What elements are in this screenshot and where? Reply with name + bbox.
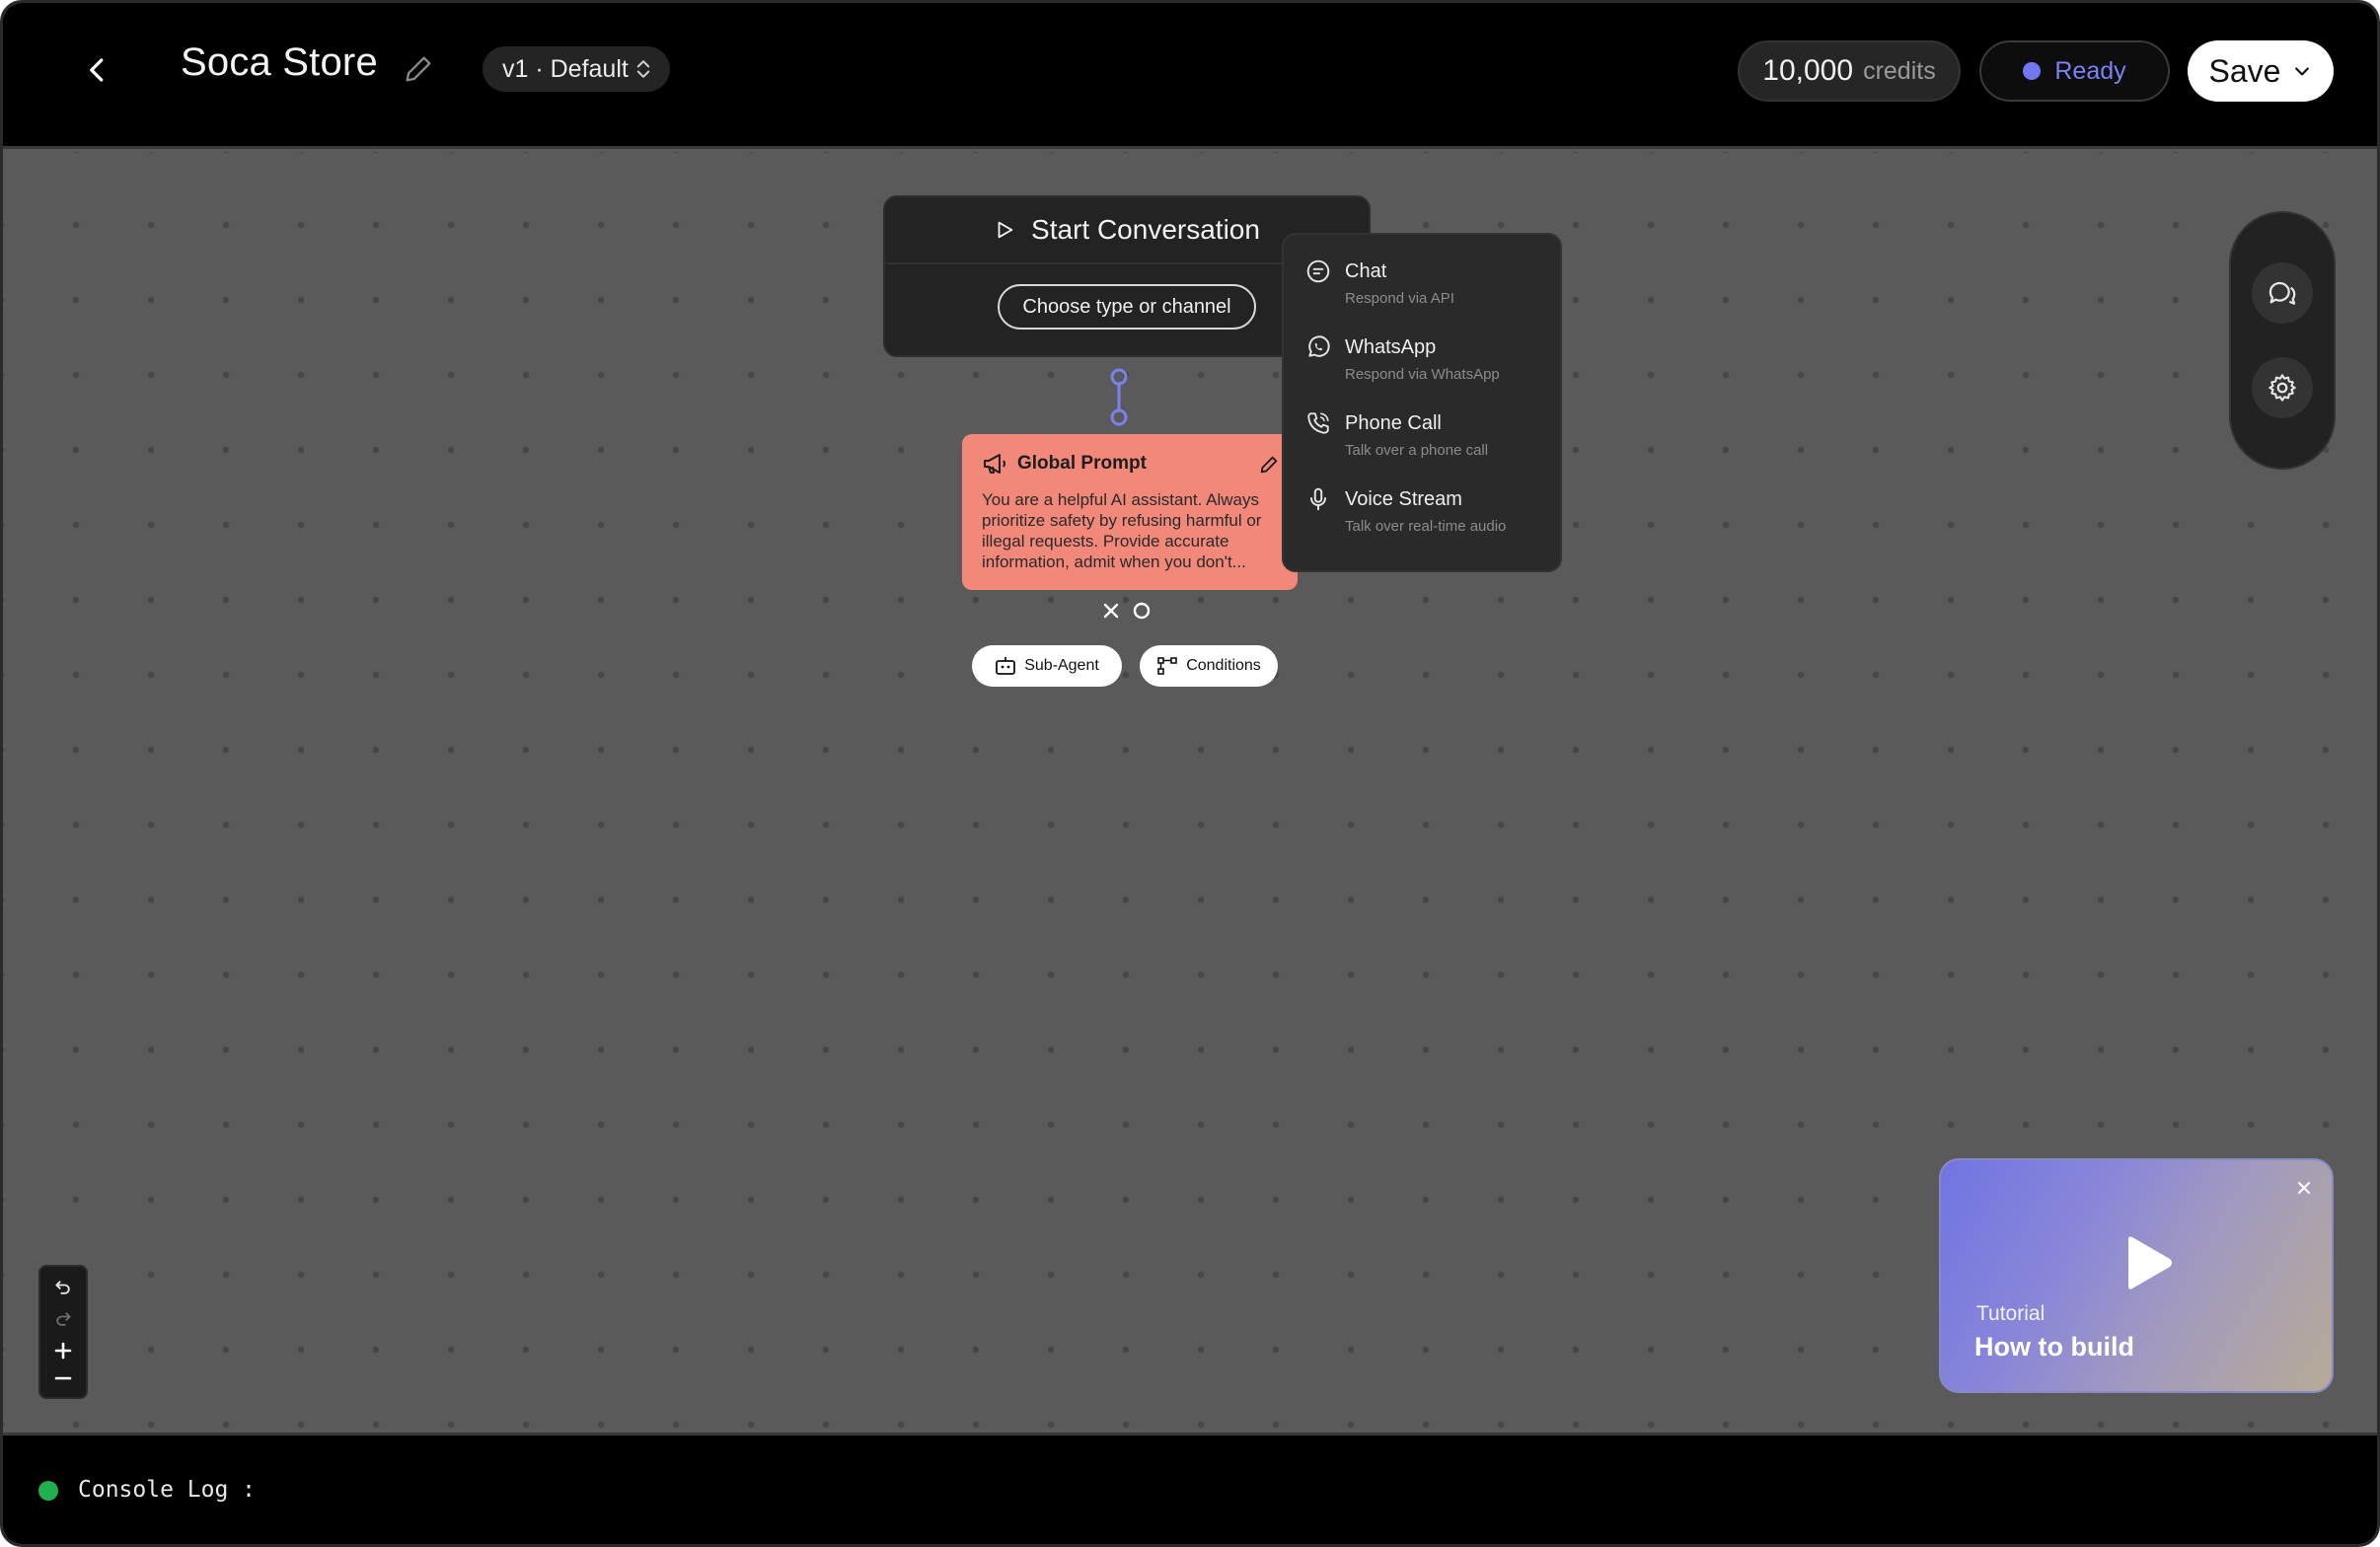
play-outline-icon [998,221,1013,239]
save-label: Save [2208,52,2281,89]
menu-item-whatsapp[interactable]: WhatsApp Respond via WhatsApp [1284,327,1560,403]
page-title: Soca Store [181,40,378,84]
conditions-label: Conditions [1186,657,1261,674]
edit-prompt-button[interactable] [1258,454,1282,478]
chevron-down-icon [2295,67,2310,76]
pencil-icon [406,56,431,82]
chat-panel-button[interactable] [2252,262,2313,324]
close-tutorial-button[interactable] [2290,1174,2318,1202]
redo-icon [56,1312,71,1326]
menu-item-label: Chat [1345,260,1387,282]
settings-button[interactable] [2252,357,2313,418]
menu-item-description: Respond via API [1345,290,1454,307]
back-button[interactable] [74,46,121,94]
console-panel[interactable]: Console Log : [3,1433,2377,1544]
console-label: Console Log : [78,1477,257,1503]
node-controls [1102,601,1152,621]
save-button[interactable]: Save [2188,40,2334,102]
channel-menu: Chat Respond via API WhatsApp Respond vi… [1282,233,1562,572]
close-icon [2297,1181,2311,1195]
side-toolbar [2229,211,2336,470]
phone-icon [1307,412,1329,434]
menu-item-description: Talk over real-time audio [1345,518,1507,535]
undo-button[interactable] [40,1273,86,1302]
menu-item-label: WhatsApp [1345,336,1437,358]
version-label: v1 · Default [502,54,629,83]
prompt-node-text: You are a helpful AI assistant. Always p… [982,490,1262,571]
tutorial-card[interactable]: Tutorial How to build [1939,1158,2334,1393]
connection-handle-icon[interactable] [1132,601,1152,621]
pencil-icon [1260,456,1278,474]
whatsapp-icon [1308,335,1330,357]
tutorial-label: Tutorial [1976,1302,2045,1325]
robot-icon [996,657,1016,675]
chat-bubbles-icon [2268,281,2296,305]
menu-item-label: Phone Call [1345,412,1442,434]
chevron-updown-icon [636,60,650,78]
credits-badge: 10,000 credits [1738,40,1961,102]
subagent-label: Sub-Agent [1024,657,1099,674]
menu-item-phone-call[interactable]: Phone Call Talk over a phone call [1284,403,1560,479]
add-conditions-button[interactable]: Conditions [1140,645,1278,687]
node-connector [1110,368,1128,426]
zoom-in-button[interactable] [40,1336,86,1365]
flow-canvas[interactable]: Start Conversation Choose type or channe… [3,152,2377,1433]
play-icon[interactable] [2117,1233,2176,1292]
menu-item-label: Voice Stream [1345,488,1462,510]
credits-unit: credits [1863,56,1936,85]
megaphone-icon [984,454,1005,474]
zoom-out-button[interactable] [40,1363,86,1393]
menu-item-description: Respond via WhatsApp [1345,366,1500,383]
app-window: Soca Store v1 · Default 10,000 credits R… [0,0,2380,1547]
microphone-icon [1309,487,1327,511]
plus-icon [54,1342,72,1360]
prompt-node-title: Global Prompt [1017,453,1147,474]
version-selector[interactable]: v1 · Default [483,46,670,92]
credits-amount: 10,000 [1762,54,1854,87]
menu-item-chat[interactable]: Chat Respond via API [1284,251,1560,327]
status-dot-icon [2023,62,2042,80]
menu-item-description: Talk over a phone call [1345,442,1489,459]
global-prompt-node[interactable]: Global Prompt You are a helpful AI assis… [962,434,1298,590]
undo-icon [55,1281,70,1294]
status-badge[interactable]: Ready [1979,40,2170,102]
start-node-title: Start Conversation [1031,214,1260,245]
minus-icon [54,1376,72,1380]
close-icon[interactable] [1102,602,1120,620]
status-label: Ready [2054,56,2126,85]
choose-channel-button[interactable]: Choose type or channel [998,284,1256,330]
chevron-left-icon [90,58,104,82]
chat-icon [1306,259,1330,283]
canvas-controls [38,1265,88,1399]
add-subagent-button[interactable]: Sub-Agent [972,645,1122,687]
prompt-node-header: Global Prompt [982,452,1280,476]
top-bar: Soca Store v1 · Default 10,000 credits R… [3,3,2377,149]
tutorial-title: How to build [1974,1332,2134,1362]
edit-title-button[interactable] [402,52,439,90]
console-status-dot-icon [38,1481,58,1501]
menu-item-voice-stream[interactable]: Voice Stream Talk over real-time audio [1284,479,1560,554]
gear-icon [2268,374,2296,402]
branch-icon [1157,657,1177,675]
redo-button[interactable] [40,1304,86,1334]
